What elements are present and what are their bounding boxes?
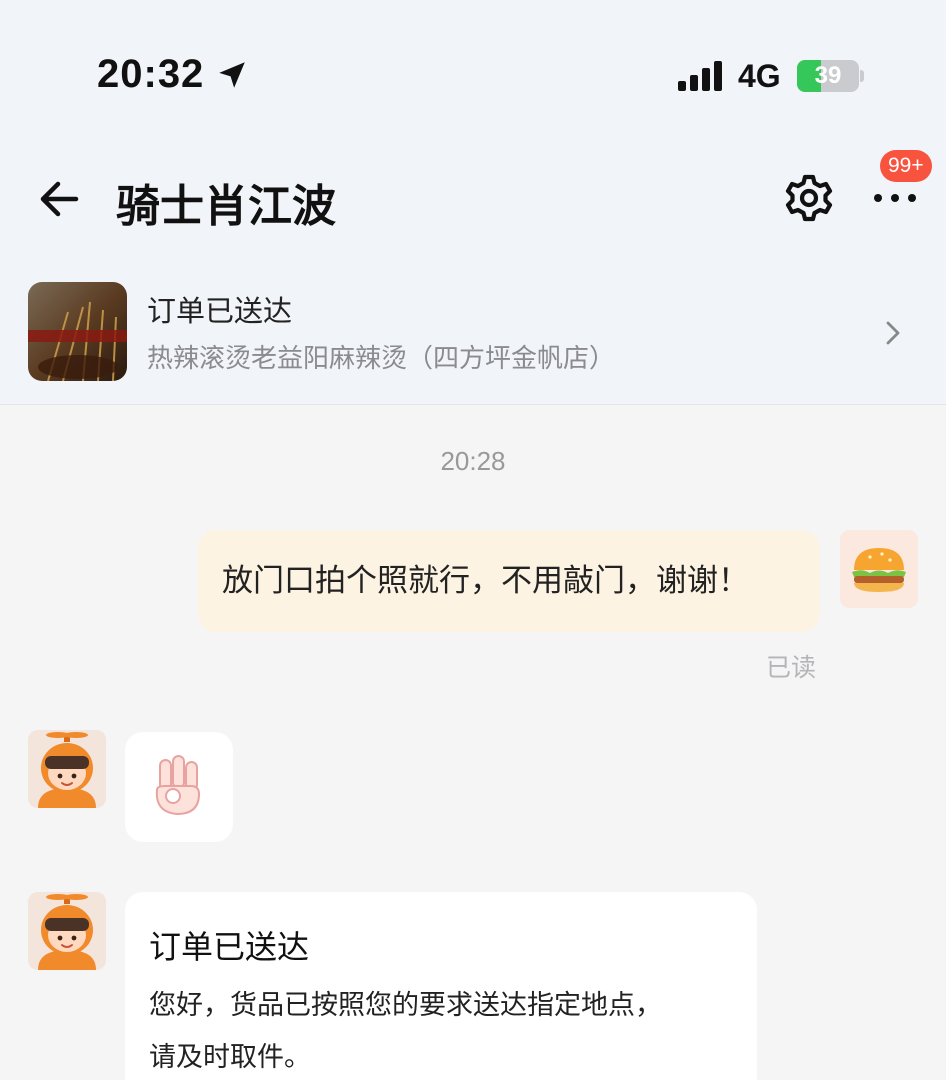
ok-hand-sticker-icon [155, 755, 201, 816]
cellular-signal-icon [678, 61, 722, 91]
user-avatar[interactable] [840, 530, 918, 608]
back-arrow-icon[interactable] [36, 175, 84, 223]
status-time: 20:32 [97, 52, 205, 96]
delivery-notice-card[interactable]: 订单已送达 您好，货品已按照您的要求送达指定地点， 请及时取件。 [125, 892, 757, 1080]
shop-thumbnail [28, 282, 127, 381]
header-area: 20:32 4G 39 骑士肖江波 99+ 订单已送达 热辣滚烫老益阳麻辣烫（四… [0, 0, 946, 405]
notice-title: 订单已送达 [149, 928, 310, 966]
sticker-message[interactable] [125, 732, 233, 842]
order-status-label: 订单已送达 [147, 294, 293, 328]
location-arrow-icon [219, 62, 245, 88]
notice-body: 您好，货品已按照您的要求送达指定地点， 请及时取件。 [149, 980, 729, 1080]
shop-name: 热辣滚烫老益阳麻辣烫（四方坪金帆店） [147, 344, 616, 374]
gear-icon[interactable] [783, 172, 835, 224]
battery-indicator: 39 [797, 60, 859, 92]
network-type: 4G [738, 58, 781, 94]
outgoing-message-bubble[interactable]: 放门口拍个照就行，不用敲门，谢谢！ [198, 530, 820, 632]
message-timestamp: 20:28 [440, 446, 506, 476]
rider-avatar[interactable] [28, 892, 106, 970]
battery-cap [860, 70, 864, 82]
notice-line: 您好，货品已按照您的要求送达指定地点， [149, 990, 662, 1021]
unread-badge: 99+ [880, 150, 932, 182]
chat-screen: 20:32 4G 39 骑士肖江波 99+ 订单已送达 热辣滚烫老益阳麻辣烫（四… [0, 0, 946, 1080]
ellipsis-icon[interactable] [869, 178, 921, 218]
notice-line: 请及时取件。 [149, 1042, 311, 1073]
page-title: 骑士肖江波 [116, 181, 336, 232]
order-status-card[interactable]: 订单已送达 热辣滚烫老益阳麻辣烫（四方坪金帆店） [0, 268, 946, 398]
battery-percent: 39 [814, 62, 842, 89]
read-receipt: 已读 [766, 653, 817, 682]
chevron-right-icon [886, 321, 900, 345]
rider-avatar[interactable] [28, 730, 106, 808]
